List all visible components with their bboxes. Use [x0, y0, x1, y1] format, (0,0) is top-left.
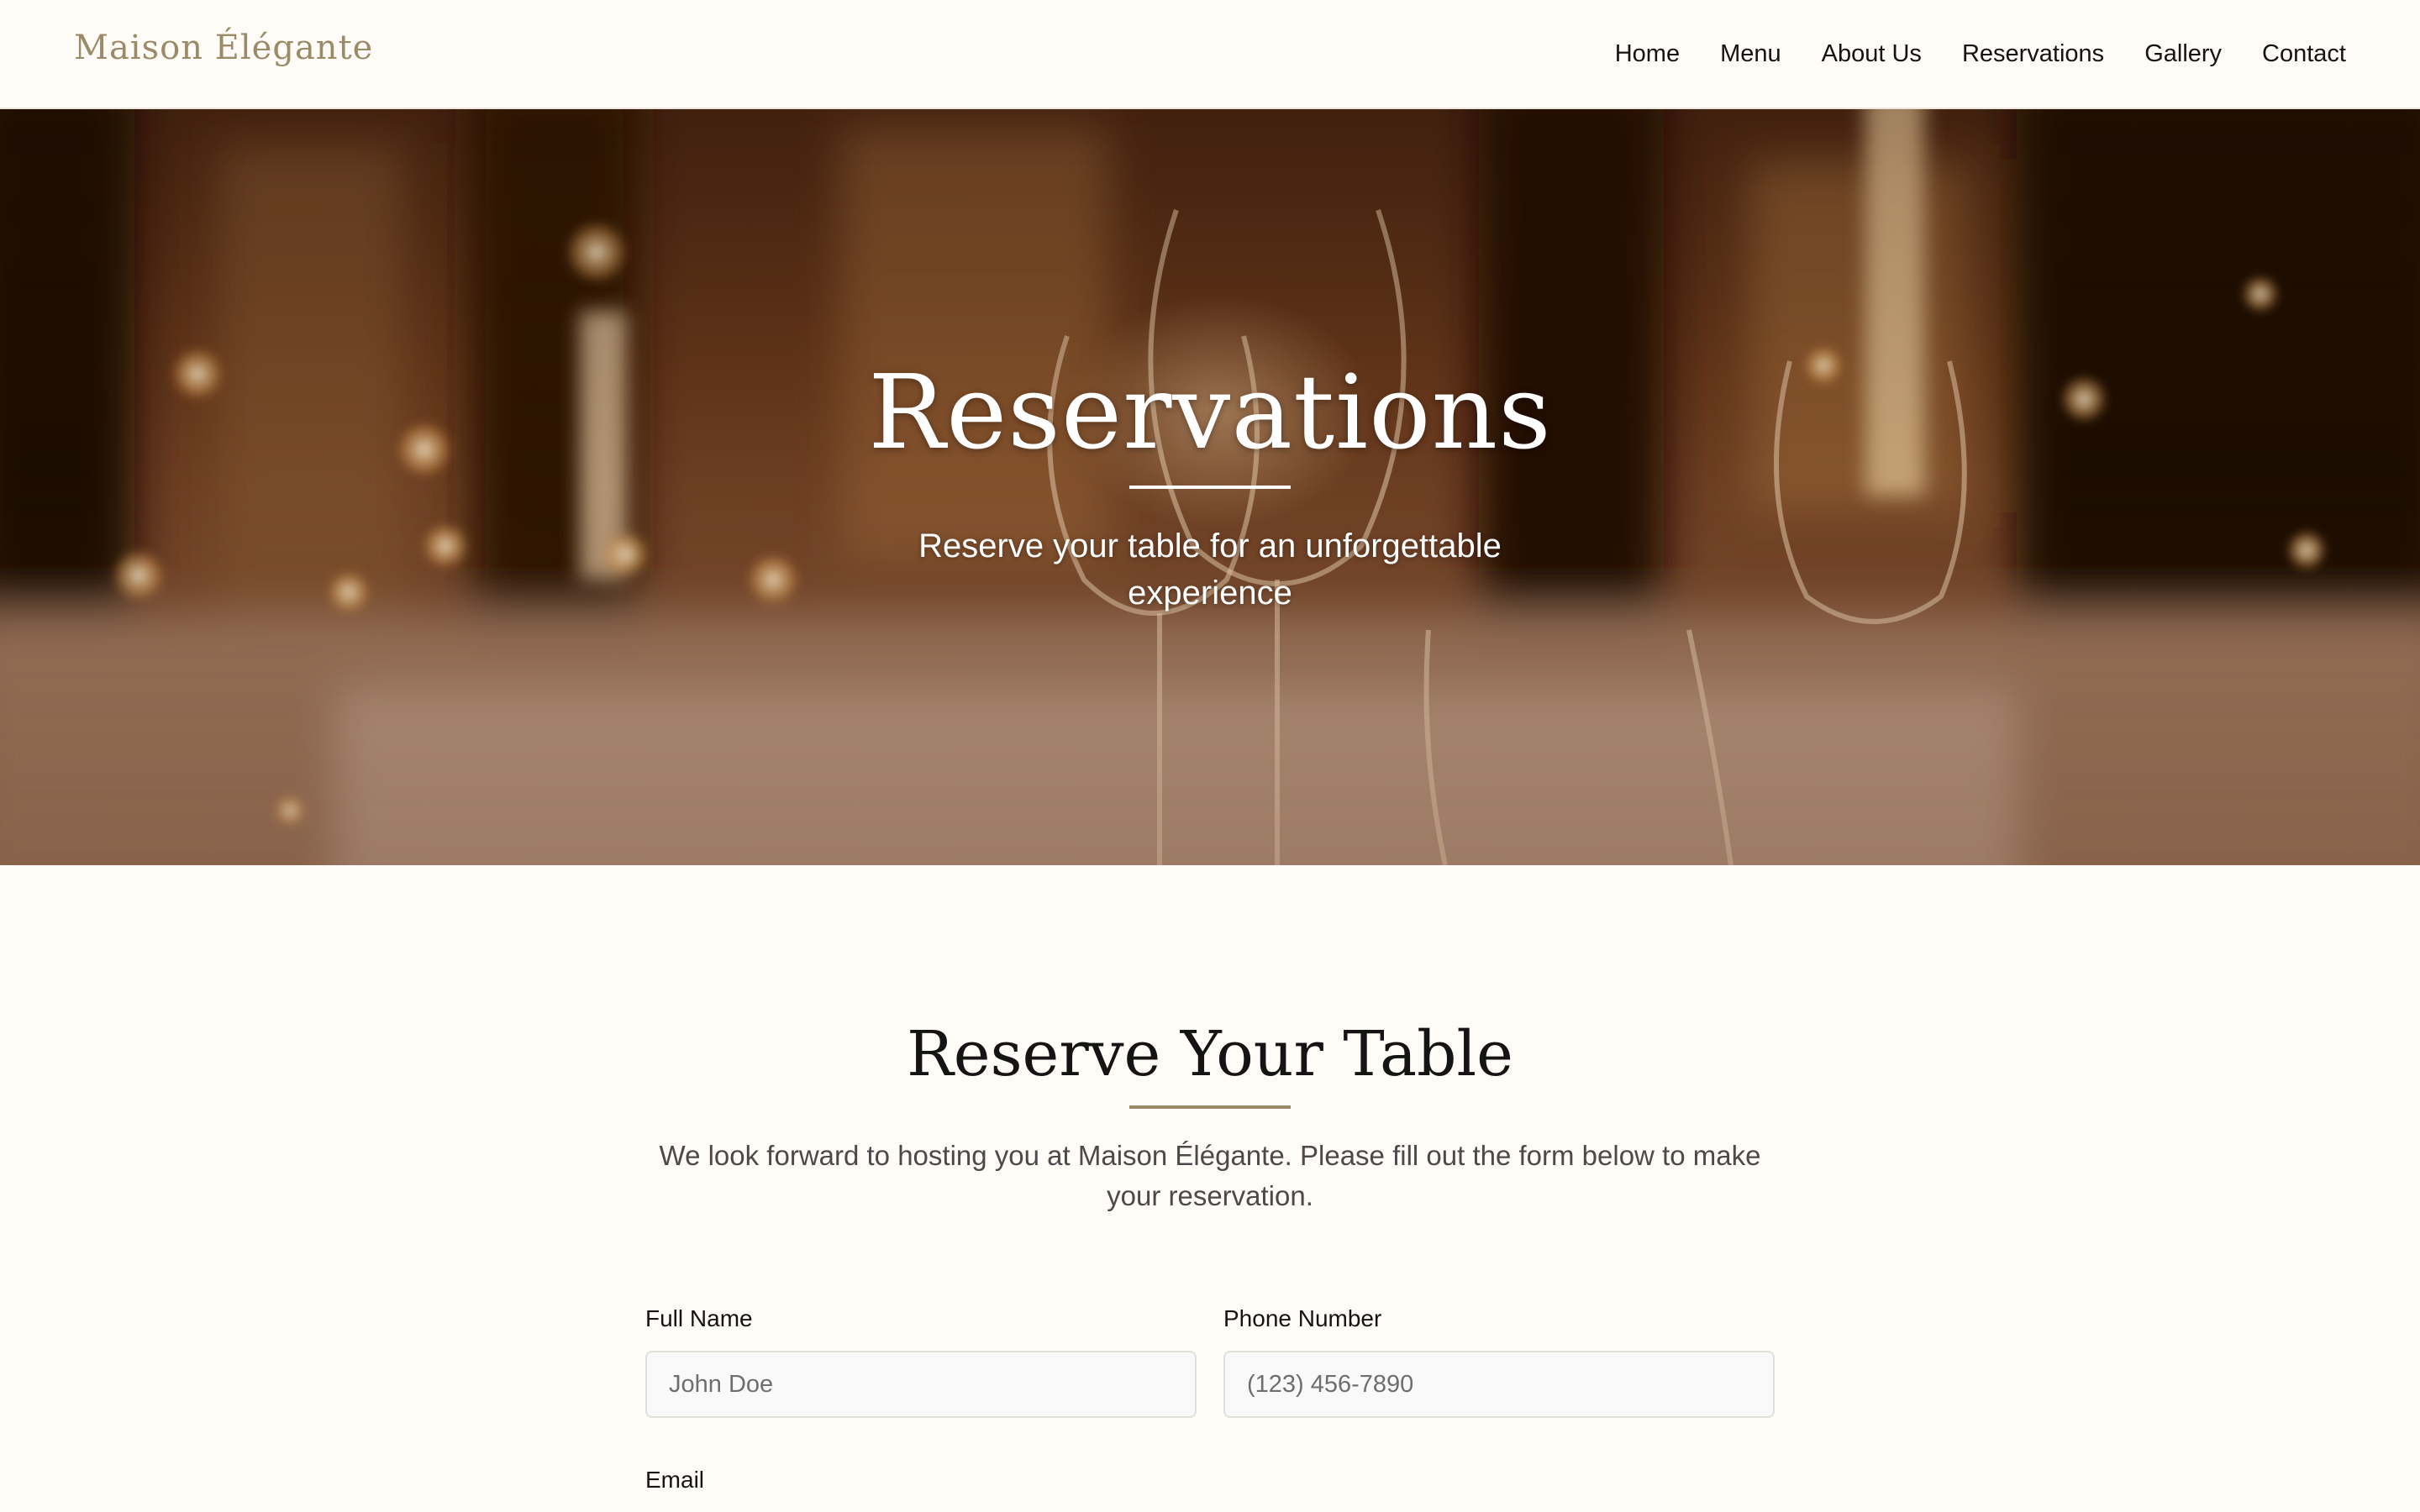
section-intro: We look forward to hosting you at Maison… — [659, 1140, 1761, 1211]
nav-link-reservations[interactable]: Reservations — [1962, 40, 2104, 68]
hero-section: Reservations Reserve your table for an u… — [0, 109, 2420, 865]
main-nav: Home Menu About Us Reservations Gallery … — [1615, 0, 2346, 108]
site-header: Maison Élégante Home Menu About Us Reser… — [0, 0, 2420, 109]
hero-subtitle: Reserve your table for an unforgettable … — [918, 528, 1502, 612]
email-field: Email — [645, 1467, 704, 1512]
phone-number-input[interactable] — [1223, 1351, 1775, 1418]
email-label: Email — [645, 1467, 705, 1493]
hero-title: Reservations — [868, 353, 1552, 472]
nav-link-home[interactable]: Home — [1615, 40, 1680, 68]
nav-link-contact[interactable]: Contact — [2262, 40, 2346, 68]
section-title: Reserve Your Table — [907, 1018, 1513, 1090]
site-logo[interactable]: Maison Élégante — [74, 29, 373, 67]
phone-number-label: Phone Number — [1223, 1305, 1382, 1331]
hero-content: Reservations Reserve your table for an u… — [0, 361, 2420, 617]
full-name-input[interactable] — [645, 1351, 1197, 1418]
phone-number-field: Phone Number — [1223, 1305, 1775, 1418]
full-name-field: Full Name — [645, 1305, 1197, 1418]
nav-link-about-us[interactable]: About Us — [1822, 40, 1922, 68]
hero-divider — [1129, 486, 1291, 489]
nav-link-gallery[interactable]: Gallery — [2144, 40, 2222, 68]
section-divider — [1129, 1105, 1291, 1109]
full-name-label: Full Name — [645, 1305, 753, 1331]
reservation-section: Reserve Your Table We look forward to ho… — [0, 865, 2420, 1512]
nav-link-menu[interactable]: Menu — [1720, 40, 1781, 68]
